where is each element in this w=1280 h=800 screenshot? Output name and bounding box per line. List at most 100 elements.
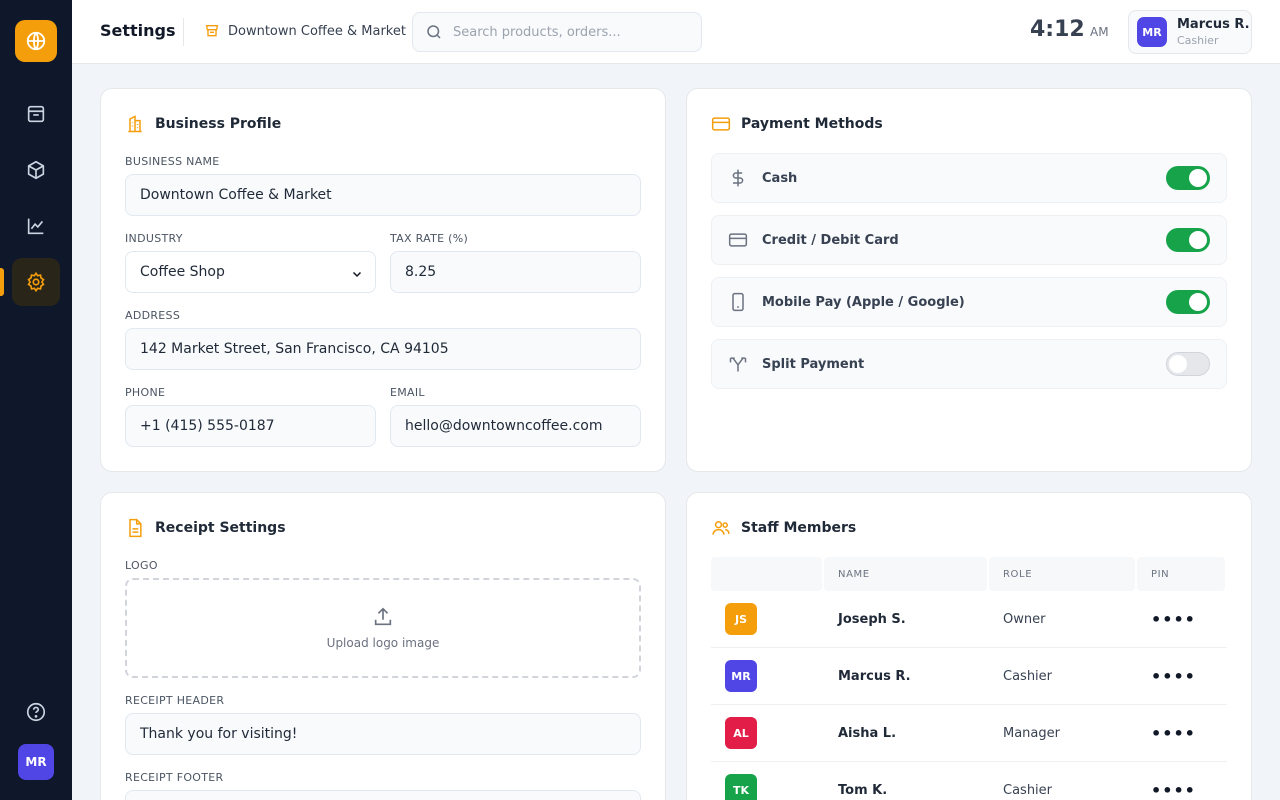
receipt-header-label: Receipt Header xyxy=(125,694,225,707)
page-title: Settings xyxy=(100,21,176,40)
user-role: Cashier xyxy=(1177,34,1219,47)
search-input[interactable] xyxy=(453,24,683,40)
staff-name: Tom K. xyxy=(838,782,888,798)
staff-pin: •••• xyxy=(1151,609,1196,629)
chart-icon xyxy=(27,218,44,235)
staff-role: Owner xyxy=(1003,611,1046,627)
payment-method-label: Cash xyxy=(762,170,798,186)
avatar: MR xyxy=(1137,17,1167,47)
avatar: TK xyxy=(725,774,757,800)
logo-upload-dropzone[interactable]: Upload logo image xyxy=(125,578,641,678)
tax-rate-label: Tax Rate (%) xyxy=(390,232,469,245)
receipt-header-field[interactable]: Thank you for visiting! xyxy=(125,713,641,755)
receipt-settings-card: Receipt Settings Logo Upload logo image … xyxy=(100,492,666,800)
column-header-name: Name xyxy=(824,557,987,591)
business-name-label: Business Name xyxy=(125,155,220,168)
building-icon xyxy=(128,115,142,133)
payment-method-label: Credit / Debit Card xyxy=(762,232,899,248)
staff-members-card: Staff Members Name Role PIN JS Joseph S.… xyxy=(686,492,1252,800)
industry-label: Industry xyxy=(125,232,183,245)
app-logo[interactable] xyxy=(15,20,57,62)
topbar: Settings Downtown Coffee & Market 4:12 A… xyxy=(72,0,1280,64)
nav-help[interactable] xyxy=(12,688,60,736)
help-icon xyxy=(26,702,46,722)
staff-pin: •••• xyxy=(1151,666,1196,686)
phone-icon xyxy=(732,292,744,312)
tax-rate-field[interactable]: 8.25 xyxy=(390,251,641,293)
cash-toggle[interactable] xyxy=(1166,166,1210,190)
split-icon xyxy=(729,357,747,372)
payment-method-card: Credit / Debit Card xyxy=(711,215,1227,265)
nav-reports[interactable] xyxy=(12,202,60,250)
split-payment-toggle[interactable] xyxy=(1166,352,1210,376)
sidebar: MR xyxy=(0,0,72,800)
search-icon xyxy=(427,25,441,39)
logo-label: Logo xyxy=(125,559,158,572)
staff-name: Aisha L. xyxy=(838,725,897,741)
avatar: JS xyxy=(725,603,757,635)
divider xyxy=(183,18,184,46)
column-header-role: Role xyxy=(989,557,1135,591)
staff-name: Marcus R. xyxy=(838,668,911,684)
table-row[interactable]: TK Tom K. Cashier •••• xyxy=(711,762,1227,800)
payment-method-mobile: Mobile Pay (Apple / Google) xyxy=(711,277,1227,327)
clock-time: 4:12 xyxy=(1030,17,1085,42)
staff-role: Cashier xyxy=(1003,782,1053,798)
table-row[interactable]: JS Joseph S. Owner •••• xyxy=(711,591,1227,648)
store-selector[interactable]: Downtown Coffee & Market xyxy=(204,23,406,39)
address-label: Address xyxy=(125,309,181,322)
payment-method-split: Split Payment xyxy=(711,339,1227,389)
receipt-footer-field[interactable] xyxy=(125,790,641,800)
avatar: AL xyxy=(725,717,757,749)
email-label: Email xyxy=(390,386,425,399)
phone-label: Phone xyxy=(125,386,166,399)
search-box[interactable] xyxy=(412,12,702,52)
store-name: Downtown Coffee & Market xyxy=(228,23,406,39)
table-row[interactable]: MR Marcus R. Cashier •••• xyxy=(711,648,1227,705)
industry-dropdown[interactable]: Coffee Shop xyxy=(136,264,365,280)
avatar: MR xyxy=(725,660,757,692)
avatar[interactable]: MR xyxy=(18,744,54,780)
globe-icon xyxy=(26,31,46,51)
payment-methods-card: Payment Methods Cash Credit / Debit Card… xyxy=(686,88,1252,472)
column-header xyxy=(711,557,822,591)
payment-method-label: Mobile Pay (Apple / Google) xyxy=(762,294,965,310)
staff-pin: •••• xyxy=(1151,723,1196,743)
document-icon xyxy=(129,518,142,538)
dollar-icon xyxy=(732,169,744,187)
chevron-down-icon xyxy=(352,271,362,278)
industry-select[interactable]: Coffee Shop xyxy=(125,251,376,293)
users-icon xyxy=(712,521,730,535)
card-header: Payment Methods xyxy=(711,114,883,134)
mobile-pay-toggle[interactable] xyxy=(1166,290,1210,314)
upload-icon xyxy=(374,607,392,626)
receipt-footer-label: Receipt Footer xyxy=(125,771,224,784)
table-header: Name Role PIN xyxy=(711,557,1227,591)
payment-method-cash: Cash xyxy=(711,153,1227,203)
business-profile-card: Business Profile Business Name Downtown … xyxy=(100,88,666,472)
staff-name: Joseph S. xyxy=(838,611,906,627)
gear-icon xyxy=(27,271,45,293)
user-name: Marcus R. xyxy=(1177,17,1250,32)
card-toggle[interactable] xyxy=(1166,228,1210,252)
nav-products[interactable] xyxy=(12,146,60,194)
column-header-pin: PIN xyxy=(1137,557,1225,591)
email-field[interactable]: hello@downtowncoffee.com xyxy=(390,405,641,447)
nav-register[interactable] xyxy=(12,90,60,138)
user-menu[interactable]: MR Marcus R. Cashier xyxy=(1128,10,1252,54)
staff-role: Manager xyxy=(1003,725,1060,741)
business-name-field[interactable]: Downtown Coffee & Market xyxy=(125,174,641,216)
table-row[interactable]: AL Aisha L. Manager •••• xyxy=(711,705,1227,762)
nav-settings[interactable] xyxy=(12,258,60,306)
card-title: Payment Methods xyxy=(741,116,883,132)
card-icon xyxy=(711,117,731,131)
staff-role: Cashier xyxy=(1003,668,1053,684)
clock-ampm: AM xyxy=(1090,25,1109,39)
phone-field[interactable]: +1 (415) 555-0187 xyxy=(125,405,376,447)
card-header: Receipt Settings xyxy=(125,518,286,538)
payment-method-label: Split Payment xyxy=(762,356,865,372)
staff-pin: •••• xyxy=(1151,780,1196,800)
address-field[interactable]: 142 Market Street, San Francisco, CA 941… xyxy=(125,328,641,370)
upload-text: Upload logo image xyxy=(326,636,440,650)
register-icon xyxy=(27,105,45,123)
